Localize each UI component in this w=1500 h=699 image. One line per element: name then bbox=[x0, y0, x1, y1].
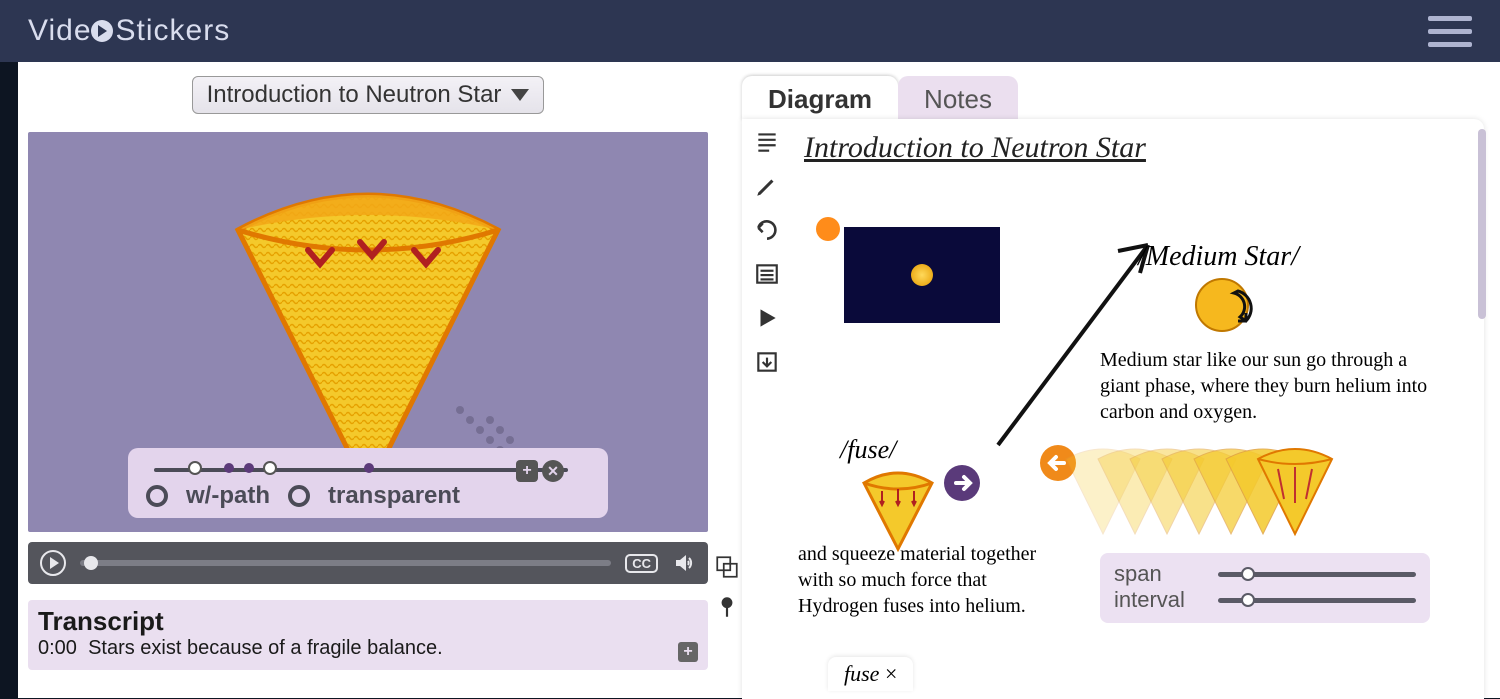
medium-star-label[interactable]: /Medium Star/ bbox=[1138, 241, 1299, 273]
panel-tabs: Diagram Notes bbox=[742, 74, 1484, 119]
text-lines-icon[interactable] bbox=[754, 129, 780, 155]
search-chip[interactable]: fuse × bbox=[828, 657, 913, 691]
right-column: Diagram Notes Introduction to Neutron St… bbox=[742, 74, 1484, 698]
wpath-radio[interactable] bbox=[146, 485, 168, 507]
sticker-timeline[interactable]: + ✕ bbox=[154, 458, 568, 478]
panel-scrollbar[interactable] bbox=[1478, 129, 1486, 319]
undo-icon[interactable] bbox=[754, 217, 780, 243]
close-sticker-bar-button[interactable]: ✕ bbox=[542, 460, 564, 482]
transcript-text: Stars exist because of a fragile balance… bbox=[88, 637, 443, 659]
brand-play-icon bbox=[91, 20, 113, 42]
tab-notes[interactable]: Notes bbox=[898, 76, 1018, 121]
left-column: Introduction to Neutron Star bbox=[18, 62, 718, 670]
volume-icon[interactable] bbox=[672, 551, 696, 575]
diagram-toolbar bbox=[754, 129, 780, 375]
fan-animation-sticker[interactable] bbox=[1058, 439, 1368, 549]
list-icon[interactable] bbox=[754, 261, 780, 287]
fuse-label[interactable]: /fuse/ bbox=[840, 435, 896, 465]
viewport-tools bbox=[714, 554, 740, 620]
add-keyframe-button[interactable]: + bbox=[516, 460, 538, 482]
video-selector[interactable]: Introduction to Neutron Star bbox=[192, 76, 545, 114]
video-thumbnail-sticker[interactable] bbox=[844, 227, 1000, 323]
fuse-note[interactable]: and squeeze material together with so mu… bbox=[798, 541, 1038, 619]
tab-diagram[interactable]: Diagram bbox=[742, 76, 898, 121]
menu-button[interactable] bbox=[1428, 16, 1472, 47]
transcript-panel: Transcript 0:00 Stars exist because of a… bbox=[28, 600, 708, 670]
wpath-label: w/-path bbox=[186, 482, 270, 510]
diagram-title[interactable]: Introduction to Neutron Star bbox=[804, 131, 1470, 165]
span-slider[interactable] bbox=[1218, 572, 1416, 577]
group-select-icon[interactable] bbox=[714, 554, 740, 580]
transcript-time: 0:00 bbox=[38, 637, 77, 659]
brand-text-pre: Vide bbox=[28, 14, 92, 48]
sticker-extraction-bar: + ✕ w/-path transparent bbox=[128, 448, 608, 518]
app-brand: Vide Stickers bbox=[28, 14, 230, 48]
top-bar: Vide Stickers bbox=[0, 0, 1500, 62]
brand-text-post: Stickers bbox=[116, 14, 231, 48]
add-transcript-button[interactable]: + bbox=[678, 642, 698, 662]
medium-star-sticker[interactable] bbox=[1190, 273, 1260, 343]
diagram-canvas[interactable]: /Medium Star/ Medium star like our sun g… bbox=[798, 165, 1470, 685]
transcript-heading: Transcript bbox=[38, 606, 698, 637]
captions-toggle[interactable]: CC bbox=[625, 554, 658, 573]
marker-dot[interactable] bbox=[816, 217, 840, 241]
interval-slider[interactable] bbox=[1218, 598, 1416, 603]
video-player-controls: CC bbox=[28, 542, 708, 584]
seek-bar[interactable] bbox=[80, 560, 611, 566]
pencil-icon[interactable] bbox=[754, 173, 780, 199]
medium-star-note[interactable]: Medium star like our sun go through a gi… bbox=[1100, 347, 1430, 425]
export-icon[interactable] bbox=[754, 349, 780, 375]
video-selector-label: Introduction to Neutron Star bbox=[207, 81, 502, 109]
workspace: Introduction to Neutron Star bbox=[18, 62, 1500, 698]
chevron-down-icon bbox=[511, 89, 529, 101]
interval-label: interval bbox=[1114, 587, 1204, 613]
transcript-line[interactable]: 0:00 Stars exist because of a fragile ba… bbox=[38, 637, 698, 660]
play-button[interactable] bbox=[40, 550, 66, 576]
animation-sliders: span interval bbox=[1100, 553, 1430, 623]
transparent-label: transparent bbox=[328, 482, 460, 510]
transparent-radio[interactable] bbox=[288, 485, 310, 507]
diagram-panel: Introduction to Neutron Star /Medium Sta… bbox=[742, 119, 1484, 699]
video-viewport[interactable]: + ✕ w/-path transparent bbox=[28, 132, 708, 532]
play-tool-icon[interactable] bbox=[754, 305, 780, 331]
pin-icon[interactable] bbox=[714, 594, 740, 620]
fuse-play-button[interactable] bbox=[942, 463, 982, 503]
span-label: span bbox=[1114, 561, 1204, 587]
